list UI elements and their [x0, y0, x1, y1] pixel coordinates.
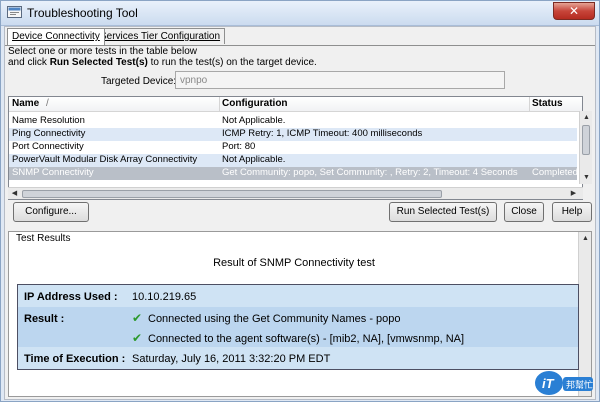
table-horizontal-scrollbar[interactable]: ◀ ▶	[8, 187, 583, 199]
column-separator[interactable]	[529, 97, 530, 112]
time-of-execution-label: Time of Execution :	[24, 353, 126, 365]
row-status: Completed. T	[532, 167, 577, 178]
sort-indicator-icon: /	[46, 98, 49, 109]
table-row-selected[interactable]: SNMP Connectivity Get Community: popo, S…	[9, 167, 577, 180]
row-configuration: Not Applicable.	[222, 154, 286, 165]
instructions: Select one or more tests in the table be…	[8, 46, 317, 68]
app-icon	[7, 6, 22, 18]
result-label: Result :	[24, 313, 65, 325]
tab-device-connectivity[interactable]: Device Connectivity	[7, 28, 105, 45]
row-configuration: Port: 80	[222, 141, 256, 152]
column-separator[interactable]	[219, 97, 220, 112]
column-header-status[interactable]: Status	[532, 98, 563, 109]
targeted-device-label: Targeted Device:	[101, 76, 177, 87]
table-row[interactable]: Ping Connectivity ICMP Retry: 1, ICMP Ti…	[9, 128, 577, 141]
tab-services-tier-configuration[interactable]: Services Tier Configuration	[95, 28, 226, 44]
result-row-2: ✔ Connected to the agent software(s) - […	[18, 329, 578, 349]
row-configuration: ICMP Retry: 1, ICMP Timeout: 400 millise…	[222, 128, 423, 139]
row-name: PowerVault Modular Disk Array Connectivi…	[12, 154, 198, 165]
troubleshooting-window: Troubleshooting Tool ✕ Device Connectivi…	[0, 0, 600, 402]
table-row[interactable]: Port Connectivity Port: 80	[9, 141, 577, 154]
scroll-thumb[interactable]	[582, 125, 590, 155]
row-configuration: Get Community: popo, Set Community: , Re…	[222, 167, 518, 178]
tests-table: Name / Configuration Status Name Resolut…	[8, 96, 583, 200]
test-results-panel: Test Results ▲ Result of SNMP Connectivi…	[8, 231, 592, 397]
dialog-content: Device Connectivity Services Tier Config…	[4, 26, 596, 400]
instruction-line-1: Select one or more tests in the table be…	[8, 46, 197, 57]
ithome-logo: iT 邦幫忙	[535, 371, 593, 395]
close-button[interactable]: Close	[504, 202, 544, 222]
scroll-left-icon[interactable]: ◀	[9, 188, 20, 199]
close-icon: ✕	[569, 4, 580, 18]
run-selected-tests-button[interactable]: Run Selected Test(s)	[389, 202, 497, 222]
ip-address-row: IP Address Used : 10.10.219.65	[18, 287, 578, 307]
column-header-configuration[interactable]: Configuration	[222, 98, 288, 109]
row-name: SNMP Connectivity	[12, 167, 94, 178]
svg-text:邦幫忙: 邦幫忙	[566, 379, 593, 391]
check-icon: ✔	[132, 331, 143, 345]
test-results-legend: Test Results	[15, 233, 72, 244]
scroll-up-icon[interactable]: ▲	[580, 233, 591, 244]
table-row[interactable]: PowerVault Modular Disk Array Connectivi…	[9, 154, 577, 167]
table-vertical-scrollbar[interactable]: ▲ ▼	[579, 111, 592, 184]
time-of-execution-value: Saturday, July 16, 2011 3:32:20 PM EDT	[132, 353, 331, 365]
targeted-device-field[interactable]: vpnpo	[175, 71, 505, 89]
scroll-thumb[interactable]	[22, 190, 442, 198]
column-header-name[interactable]: Name /	[12, 98, 49, 109]
row-name: Name Resolution	[12, 115, 85, 126]
help-button[interactable]: Help	[552, 202, 592, 222]
result-row: Result : ✔ Connected using the Get Commu…	[18, 309, 578, 329]
table-header: Name / Configuration Status	[9, 97, 582, 112]
row-name: Port Connectivity	[12, 141, 84, 152]
row-configuration: Not Applicable.	[222, 115, 286, 126]
result-details-box: IP Address Used : 10.10.219.65 Result : …	[17, 284, 579, 370]
table-row[interactable]: Name Resolution Not Applicable.	[9, 115, 577, 128]
result-title: Result of SNMP Connectivity test	[213, 257, 375, 269]
svg-text:iT: iT	[542, 376, 555, 391]
window-close-button[interactable]: ✕	[553, 2, 595, 20]
scroll-down-icon[interactable]: ▼	[581, 172, 592, 183]
result-line-2: Connected to the agent software(s) - [mi…	[148, 333, 465, 345]
scroll-right-icon[interactable]: ▶	[568, 188, 579, 199]
ip-address-value: 10.10.219.65	[132, 291, 197, 303]
row-name: Ping Connectivity	[12, 128, 86, 139]
title-bar[interactable]: Troubleshooting Tool ✕	[1, 1, 599, 26]
ip-address-label: IP Address Used :	[24, 291, 118, 303]
check-icon: ✔	[132, 311, 143, 325]
result-line-1: Connected using the Get Community Names …	[148, 313, 401, 325]
time-of-execution-row: Time of Execution : Saturday, July 16, 2…	[18, 349, 578, 369]
scroll-up-icon[interactable]: ▲	[581, 112, 592, 123]
window-title: Troubleshooting Tool	[27, 6, 138, 20]
instruction-line-2: and click Run Selected Test(s) to run th…	[8, 57, 317, 68]
configure-button[interactable]: Configure...	[13, 202, 89, 222]
